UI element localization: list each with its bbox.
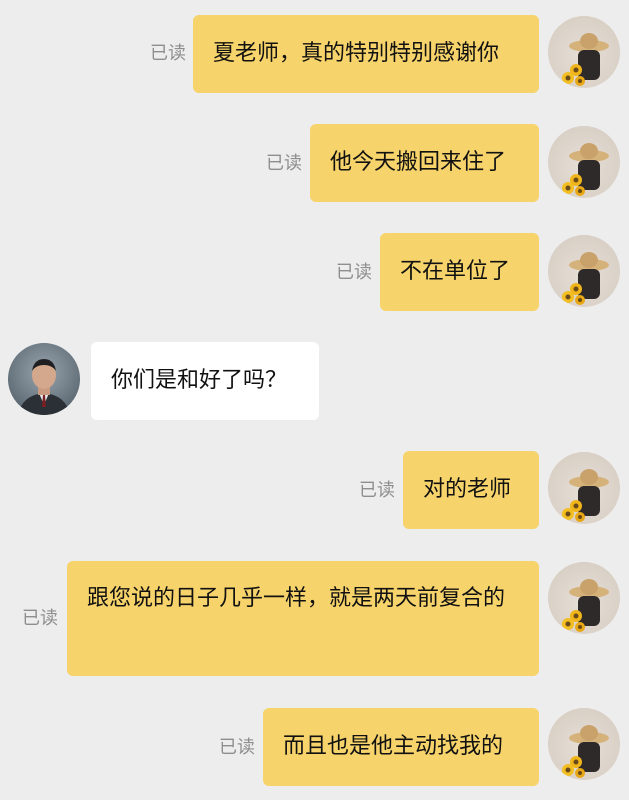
message-bubble[interactable]: 跟您说的日子几乎一样，就是两天前复合的 — [67, 561, 539, 676]
man-in-suit-avatar-icon[interactable] — [8, 343, 80, 415]
message-bubble[interactable]: 不在单位了 — [380, 233, 539, 311]
read-status: 已读 — [150, 43, 186, 64]
message-text: 他今天搬回来住了 — [330, 150, 507, 175]
straw-hat-sunflower-avatar-icon[interactable] — [548, 235, 620, 307]
read-status: 已读 — [359, 480, 395, 501]
message-bubble[interactable]: 夏老师，真的特别特别感谢你 — [193, 15, 539, 93]
message-bubble[interactable]: 对的老师 — [403, 451, 539, 529]
message-bubble[interactable]: 你们是和好了吗？ — [91, 342, 319, 420]
straw-hat-sunflower-avatar-icon[interactable] — [548, 452, 620, 524]
message-text: 不在单位了 — [400, 259, 511, 284]
message-text: 对的老师 — [423, 477, 512, 502]
straw-hat-sunflower-avatar-icon[interactable] — [548, 126, 620, 198]
message-text: 你们是和好了吗？ — [111, 368, 288, 393]
read-status: 已读 — [22, 608, 58, 629]
message-bubble[interactable]: 他今天搬回来住了 — [310, 124, 539, 202]
message-text: 跟您说的日子几乎一样，就是两天前复合的 — [87, 586, 506, 611]
straw-hat-sunflower-avatar-icon[interactable] — [548, 562, 620, 634]
straw-hat-sunflower-avatar-icon[interactable] — [548, 16, 620, 88]
straw-hat-sunflower-avatar-icon[interactable] — [548, 708, 620, 780]
message-text: 而且也是他主动找我的 — [283, 734, 504, 759]
read-status: 已读 — [266, 153, 302, 174]
message-text: 夏老师，真的特别特别感谢你 — [213, 41, 500, 66]
message-bubble[interactable]: 而且也是他主动找我的 — [263, 708, 539, 786]
read-status: 已读 — [219, 737, 255, 758]
read-status: 已读 — [336, 262, 372, 283]
